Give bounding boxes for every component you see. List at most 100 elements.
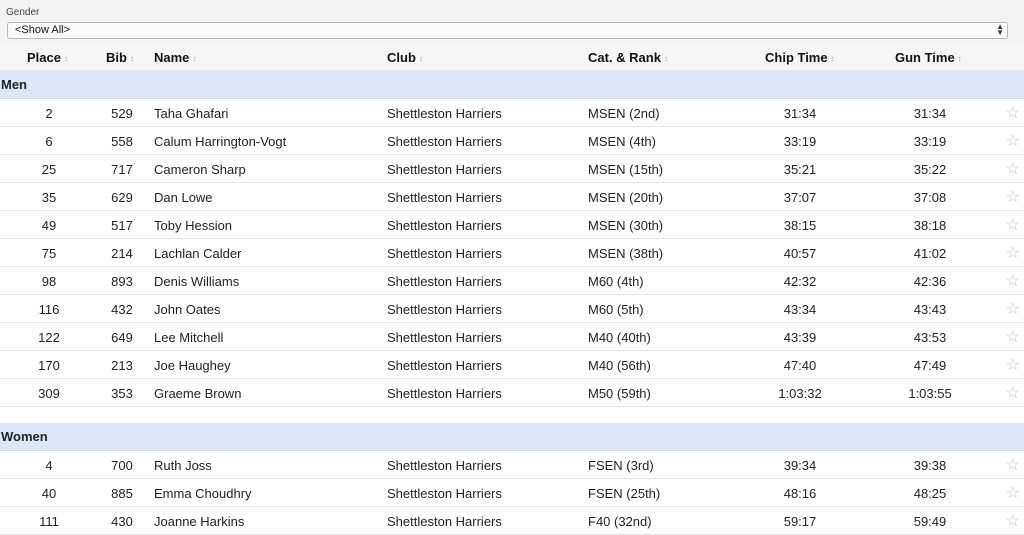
sort-icon: ↕ bbox=[663, 54, 668, 64]
table-row[interactable]: 122 649 Lee Mitchell Shettleston Harriers M4… bbox=[0, 323, 1024, 351]
cell-cat: M40 (40th) bbox=[588, 330, 651, 345]
favorite-star-icon[interactable]: ☆ bbox=[1006, 187, 1020, 207]
sort-icon: ↕ bbox=[418, 54, 423, 64]
table-row[interactable]: 35 629 Dan Lowe Shettleston Harriers MSEN (2… bbox=[0, 183, 1024, 211]
table-row[interactable]: 40 885 Emma Choudhry Shettleston Harriers FS… bbox=[0, 479, 1024, 507]
cell-club: Shettleston Harriers bbox=[387, 358, 502, 373]
table-row[interactable]: 98 893 Denis Williams Shettleston Harriers M… bbox=[0, 267, 1024, 295]
column-header-name[interactable]: Name ↕ bbox=[154, 50, 196, 65]
column-header-label: Chip Time bbox=[765, 50, 828, 65]
cell-cat: M60 (4th) bbox=[588, 274, 644, 289]
favorite-star-icon[interactable]: ☆ bbox=[1006, 159, 1020, 179]
favorite-star-icon[interactable]: ☆ bbox=[1006, 299, 1020, 319]
cell-name: Emma Choudhry bbox=[154, 486, 252, 501]
favorite-star-icon[interactable]: ☆ bbox=[1006, 215, 1020, 235]
group-header-women: Women bbox=[0, 423, 1024, 451]
cell-place: 2 bbox=[45, 106, 53, 121]
cell-place: 75 bbox=[41, 246, 57, 261]
sort-icon: ↕ bbox=[830, 54, 835, 64]
cell-cat: MSEN (30th) bbox=[588, 218, 664, 233]
favorite-star-icon[interactable]: ☆ bbox=[1006, 455, 1020, 475]
cell-club: Shettleston Harriers bbox=[387, 134, 502, 149]
cell-cat: M40 (56th) bbox=[588, 358, 651, 373]
column-header-chip[interactable]: Chip Time ↕ bbox=[765, 50, 835, 65]
table-row[interactable]: 170 213 Joe Haughey Shettleston Harriers M40… bbox=[0, 351, 1024, 379]
cell-place: 40 bbox=[41, 486, 57, 501]
table-row[interactable]: 2 529 Taha Ghafari Shettleston Harriers MSEN… bbox=[0, 99, 1024, 127]
favorite-star-icon[interactable]: ☆ bbox=[1006, 355, 1020, 375]
cell-place: 25 bbox=[41, 162, 57, 177]
column-header-club[interactable]: Club ↕ bbox=[387, 50, 423, 65]
sort-icon: ↕ bbox=[192, 54, 197, 64]
table-row[interactable]: 75 214 Lachlan Calder Shettleston Harriers M… bbox=[0, 239, 1024, 267]
cell-club: Shettleston Harriers bbox=[387, 386, 502, 401]
cell-cat: M60 (5th) bbox=[588, 302, 644, 317]
column-header-label: Bib bbox=[106, 50, 127, 65]
cell-place: 35 bbox=[41, 190, 57, 205]
table-row[interactable]: 4 700 Ruth Joss Shettleston Harriers FSEN (3… bbox=[0, 451, 1024, 479]
cell-name: Taha Ghafari bbox=[154, 106, 229, 121]
cell-bib: 432 bbox=[111, 302, 133, 317]
favorite-star-icon[interactable]: ☆ bbox=[1006, 511, 1020, 531]
cell-name: Joanne Harkins bbox=[154, 514, 245, 529]
cell-chip: 38:15 bbox=[783, 218, 817, 233]
favorite-star-icon[interactable]: ☆ bbox=[1006, 103, 1020, 123]
cell-club: Shettleston Harriers bbox=[387, 274, 502, 289]
table-row[interactable]: 309 353 Graeme Brown Shettleston Harriers M5… bbox=[0, 379, 1024, 407]
cell-bib: 558 bbox=[111, 134, 133, 149]
column-header-bib[interactable]: Bib ↕ bbox=[106, 50, 134, 65]
cell-name: John Oates bbox=[154, 302, 221, 317]
column-header-gun[interactable]: Gun Time ↕ bbox=[895, 50, 962, 65]
gender-select[interactable]: <Show All> ▲ ▼ bbox=[7, 22, 1008, 39]
favorite-star-icon[interactable]: ☆ bbox=[1006, 383, 1020, 403]
cell-name: Joe Haughey bbox=[154, 358, 231, 373]
cell-name: Ruth Joss bbox=[154, 458, 212, 473]
column-header-place[interactable]: Place ↕ bbox=[27, 50, 68, 65]
favorite-star-icon[interactable]: ☆ bbox=[1006, 483, 1020, 503]
cell-gun: 33:19 bbox=[913, 134, 947, 149]
sort-icon: ↕ bbox=[129, 54, 134, 64]
cell-club: Shettleston Harriers bbox=[387, 458, 502, 473]
cell-club: Shettleston Harriers bbox=[387, 330, 502, 345]
column-header-label: Cat. & Rank bbox=[588, 50, 661, 65]
cell-place: 309 bbox=[38, 386, 60, 401]
cell-chip: 59:17 bbox=[783, 514, 817, 529]
column-header-label: Name bbox=[154, 50, 190, 65]
cell-gun: 39:38 bbox=[913, 458, 947, 473]
table-row[interactable]: 25 717 Cameron Sharp Shettleston Harriers MS… bbox=[0, 155, 1024, 183]
cell-place: 122 bbox=[38, 330, 60, 345]
cell-name: Lachlan Calder bbox=[154, 246, 242, 261]
cell-bib: 353 bbox=[111, 386, 133, 401]
table-row[interactable]: 6 558 Calum Harrington-Vogt Shettleston Har… bbox=[0, 127, 1024, 155]
cell-bib: 213 bbox=[111, 358, 133, 373]
table-row[interactable]: 111 430 Joanne Harkins Shettleston Harriers… bbox=[0, 507, 1024, 535]
favorite-star-icon[interactable]: ☆ bbox=[1006, 271, 1020, 291]
cell-gun: 41:02 bbox=[913, 246, 947, 261]
cell-name: Lee Mitchell bbox=[154, 330, 224, 345]
cell-gun: 47:49 bbox=[913, 358, 947, 373]
table-row[interactable]: 49 517 Toby Hession Shettleston Harriers MSE… bbox=[0, 211, 1024, 239]
cell-place: 49 bbox=[41, 218, 57, 233]
group-header-men: Men bbox=[0, 71, 1024, 99]
cell-cat: MSEN (2nd) bbox=[588, 106, 660, 121]
cell-cat: MSEN (4th) bbox=[588, 134, 656, 149]
table-row[interactable]: 116 432 John Oates Shettleston Harriers M60 … bbox=[0, 295, 1024, 323]
cell-name: Calum Harrington-Vogt bbox=[154, 134, 287, 149]
cell-name: Denis Williams bbox=[154, 274, 240, 289]
column-header-label: Place bbox=[27, 50, 61, 65]
cell-cat: F40 (32nd) bbox=[588, 514, 652, 529]
cell-club: Shettleston Harriers bbox=[387, 514, 502, 529]
favorite-star-icon[interactable]: ☆ bbox=[1006, 243, 1020, 263]
favorite-star-icon[interactable]: ☆ bbox=[1006, 327, 1020, 347]
cell-gun: 59:49 bbox=[913, 514, 947, 529]
column-header-cat[interactable]: Cat. & Rank ↕ bbox=[588, 50, 668, 65]
cell-bib: 885 bbox=[111, 486, 133, 501]
cell-chip: 31:34 bbox=[783, 106, 817, 121]
results-table-body: Men 2 529 Taha Ghafari Shettleston Harriers M… bbox=[0, 71, 1024, 535]
cell-chip: 43:34 bbox=[783, 302, 817, 317]
cell-gun: 48:25 bbox=[913, 486, 947, 501]
cell-bib: 517 bbox=[111, 218, 133, 233]
cell-bib: 649 bbox=[111, 330, 133, 345]
column-header-label: Club bbox=[387, 50, 416, 65]
favorite-star-icon[interactable]: ☆ bbox=[1006, 131, 1020, 151]
